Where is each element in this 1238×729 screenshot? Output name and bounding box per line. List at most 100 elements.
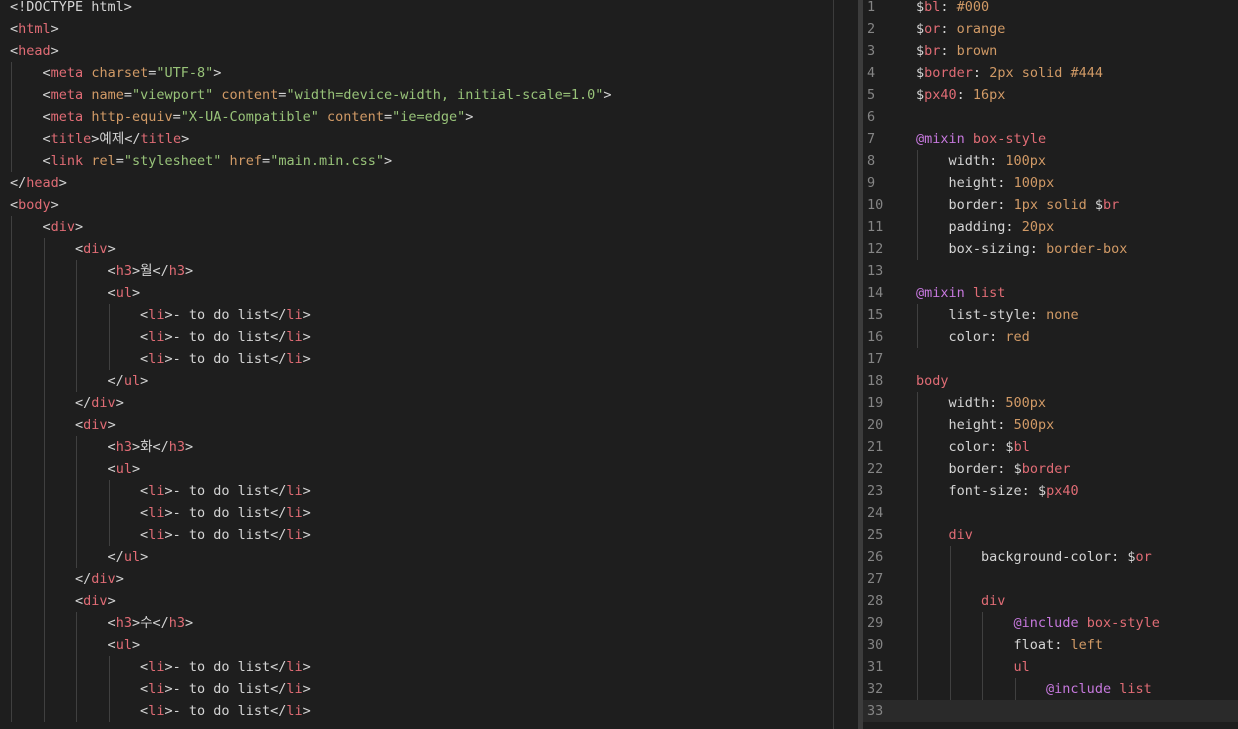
code-token: html bbox=[18, 21, 51, 37]
code-line[interactable]: 22 border: $border bbox=[863, 458, 1238, 480]
code-line[interactable]: <ul> bbox=[0, 634, 834, 656]
code-line[interactable]: 13 bbox=[863, 260, 1238, 282]
code-line[interactable]: <ul> bbox=[0, 458, 834, 480]
code-token: ul bbox=[115, 285, 132, 301]
code-line[interactable]: 9 height: 100px bbox=[863, 172, 1238, 194]
code-line[interactable]: <li>- to do list</li> bbox=[0, 524, 834, 546]
code-line[interactable]: <meta http-equiv="X-UA-Compatible" conte… bbox=[0, 106, 834, 128]
line-number: 14 bbox=[867, 285, 884, 301]
code-line[interactable]: 4 $border: 2px solid #444 bbox=[863, 62, 1238, 84]
line-number: 3 bbox=[867, 43, 876, 59]
scss-editor-pane[interactable]: 1 $bl: #000 2 $or: orange 3 $br: brown 4 $borde… bbox=[863, 0, 1238, 729]
code-line-text: width: 100px bbox=[916, 150, 1047, 172]
code-line[interactable]: <body> bbox=[0, 194, 834, 216]
code-line[interactable]: 19 width: 500px bbox=[863, 392, 1238, 414]
code-line[interactable]: 20 height: 500px bbox=[863, 414, 1238, 436]
code-line[interactable]: <h3>수</h3> bbox=[0, 612, 834, 634]
code-line-text: <li>- to do list</li> bbox=[10, 678, 311, 700]
code-line[interactable]: <meta charset="UTF-8"> bbox=[0, 62, 834, 84]
code-line[interactable]: </div> bbox=[0, 568, 834, 590]
code-line[interactable]: 15 list-style: none bbox=[863, 304, 1238, 326]
code-line[interactable]: <li>- to do list</li> bbox=[0, 700, 834, 722]
code-token: : bbox=[940, 21, 957, 37]
code-line[interactable]: 27 bbox=[863, 568, 1238, 590]
code-line[interactable]: <li>- to do list</li> bbox=[0, 326, 834, 348]
code-line[interactable]: 17 bbox=[863, 348, 1238, 370]
code-line[interactable]: 25 div bbox=[863, 524, 1238, 546]
code-line[interactable]: 18 body bbox=[863, 370, 1238, 392]
code-token: > bbox=[107, 593, 116, 609]
code-line[interactable]: 10 border: 1px solid $br bbox=[863, 194, 1238, 216]
code-token: h3 bbox=[115, 263, 132, 279]
code-line[interactable]: <li>- to do list</li> bbox=[0, 348, 834, 370]
code-line[interactable]: 11 padding: 20px bbox=[863, 216, 1238, 238]
code-token: < bbox=[107, 263, 116, 279]
line-number: 7 bbox=[867, 131, 876, 147]
code-line[interactable]: <head> bbox=[0, 40, 834, 62]
code-token: < bbox=[107, 439, 116, 455]
code-token: >화</ bbox=[131, 439, 169, 455]
code-token: : bbox=[1054, 637, 1071, 653]
code-line[interactable]: 24 bbox=[863, 502, 1238, 524]
code-line[interactable]: <li>- to do list</li> bbox=[0, 480, 834, 502]
code-line-text: body bbox=[916, 370, 949, 392]
code-line[interactable]: <li>- to do list</li> bbox=[0, 502, 834, 524]
code-line[interactable]: <link rel="stylesheet" href="main.min.cs… bbox=[0, 150, 834, 172]
code-line[interactable]: </ul> bbox=[0, 370, 834, 392]
code-line[interactable]: <div> bbox=[0, 216, 834, 238]
code-line[interactable]: 3 $br: brown bbox=[863, 40, 1238, 62]
code-line[interactable]: <h3>월</h3> bbox=[0, 260, 834, 282]
code-line[interactable]: <div> bbox=[0, 414, 834, 436]
code-line[interactable]: <html> bbox=[0, 18, 834, 40]
code-line[interactable]: <!DOCTYPE html> bbox=[0, 0, 834, 18]
code-token: <!DOCTYPE html> bbox=[10, 0, 132, 15]
code-line[interactable]: 12 box-sizing: border-box bbox=[863, 238, 1238, 260]
code-line[interactable]: <li>- to do list</li> bbox=[0, 304, 834, 326]
indent-guide bbox=[108, 304, 110, 370]
code-line[interactable]: 6 bbox=[863, 106, 1238, 128]
code-line[interactable]: </ul> bbox=[0, 546, 834, 568]
code-line[interactable]: <li>- to do list</li> bbox=[0, 678, 834, 700]
code-line[interactable]: <meta name="viewport" content="width=dev… bbox=[0, 84, 834, 106]
code-token: > bbox=[465, 109, 474, 125]
code-line[interactable]: 31 ul bbox=[863, 656, 1238, 678]
code-token: or bbox=[1135, 549, 1152, 565]
code-line[interactable]: <h3>화</h3> bbox=[0, 436, 834, 458]
code-line-text: $bl: #000 bbox=[916, 0, 989, 18]
code-line[interactable]: 32 @include list bbox=[863, 678, 1238, 700]
code-line[interactable]: 21 color: $bl bbox=[863, 436, 1238, 458]
code-line[interactable]: <li>- to do list</li> bbox=[0, 656, 834, 678]
code-line-text: border: $border bbox=[916, 458, 1071, 480]
code-token: h3 bbox=[168, 615, 186, 631]
code-line[interactable]: 26 background-color: $or bbox=[863, 546, 1238, 568]
code-line[interactable]: 2 $or: orange bbox=[863, 18, 1238, 40]
code-token: : bbox=[1021, 483, 1038, 499]
code-line[interactable]: 29 @include box-style bbox=[863, 612, 1238, 634]
code-line[interactable]: 7 @mixin box-style bbox=[863, 128, 1238, 150]
code-line[interactable]: <div> bbox=[0, 238, 834, 260]
code-line[interactable]: <title>예제</title> bbox=[0, 128, 834, 150]
code-line[interactable]: 16 color: red bbox=[863, 326, 1238, 348]
code-line[interactable]: 1 $bl: #000 bbox=[863, 0, 1238, 18]
code-line[interactable]: 8 width: 100px bbox=[863, 150, 1238, 172]
code-line[interactable]: <ul> bbox=[0, 282, 834, 304]
code-token: < bbox=[75, 417, 84, 433]
code-line[interactable]: 5 $px40: 16px bbox=[863, 84, 1238, 106]
code-line-text: </ul> bbox=[10, 546, 149, 568]
code-token: > bbox=[107, 241, 116, 257]
code-line[interactable]: 23 font-size: $px40 bbox=[863, 480, 1238, 502]
code-line[interactable]: 33 bbox=[863, 700, 1238, 722]
code-line[interactable]: <div> bbox=[0, 590, 834, 612]
code-line[interactable]: 14 @mixin list bbox=[863, 282, 1238, 304]
code-line[interactable]: 28 div bbox=[863, 590, 1238, 612]
code-line[interactable]: 30 float: left bbox=[863, 634, 1238, 656]
code-line[interactable]: </head> bbox=[0, 172, 834, 194]
html-editor-pane[interactable]: <!DOCTYPE html> <html> <head> <meta charse… bbox=[0, 0, 834, 729]
code-line[interactable]: </div> bbox=[0, 392, 834, 414]
code-token: < bbox=[10, 197, 19, 213]
